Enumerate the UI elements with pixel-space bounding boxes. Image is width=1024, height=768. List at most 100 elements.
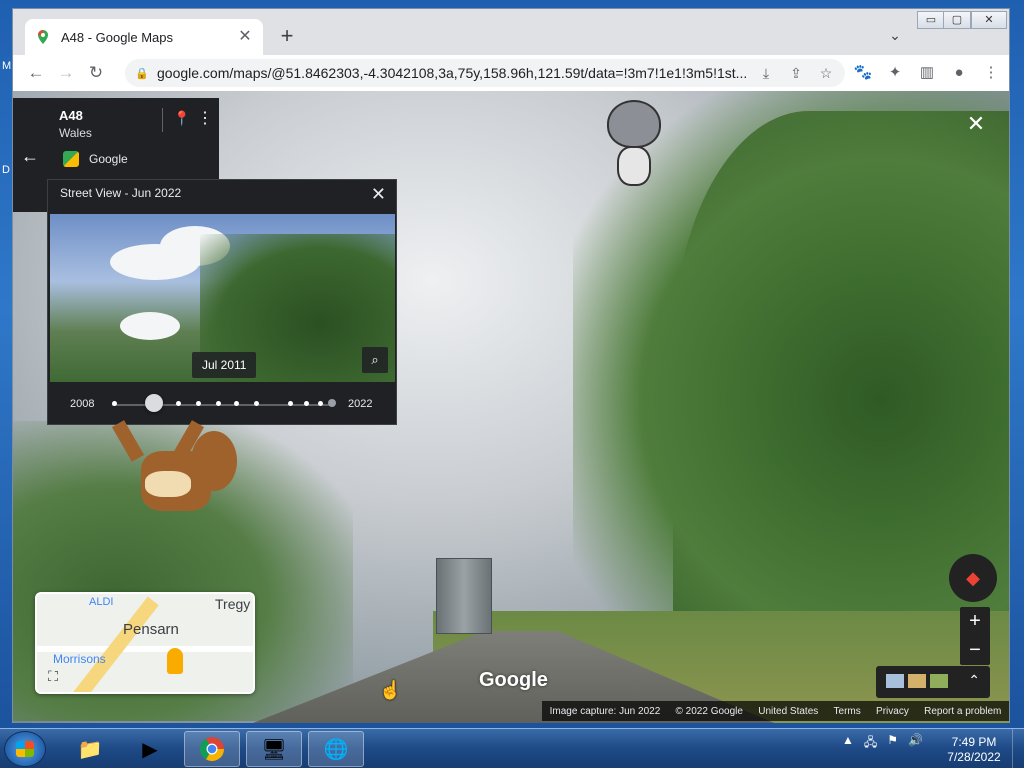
expand-chevron-icon[interactable]: ⌃ [968, 672, 980, 689]
timeline-dot[interactable] [304, 401, 309, 406]
time-travel-title: Street View - Jun 2022 [60, 186, 182, 200]
location-source: Google [89, 152, 128, 166]
bookmark-star-icon[interactable]: ☆ [813, 63, 839, 83]
minimap-label-pensarn: Pensarn [123, 621, 179, 638]
share-icon[interactable]: ⇪ [783, 63, 809, 83]
copyright: © 2022 Google [675, 705, 743, 717]
extensions-puzzle-icon[interactable]: ✦ [881, 61, 909, 85]
reload-icon[interactable]: ↻ [81, 58, 111, 88]
zoom-in-button[interactable]: + [960, 607, 990, 636]
tab-search-chevron-icon[interactable]: ⌄ [885, 27, 905, 47]
system-tray: ▲ 🖧 ⚑ 🔊 [842, 733, 923, 754]
fullscreen-icon[interactable]: ⛶ [43, 668, 63, 688]
street-view-viewport[interactable]: ← A48 Wales 📍 ⋮ Google ◷ Street View - J… [13, 91, 1009, 723]
year-start: 2008 [70, 398, 95, 410]
road-sign [436, 558, 492, 634]
attribution-footer: Image capture: Jun 2022 © 2022 Google Un… [542, 701, 1009, 721]
url-text[interactable]: google.com/maps/@51.8462303,-4.3042108,3… [157, 65, 747, 81]
media-player-icon[interactable]: ▶ [122, 731, 178, 767]
location-card: A48 Wales 📍 ⋮ Google [47, 98, 219, 184]
privacy-link[interactable]: Privacy [876, 706, 909, 717]
tab-title: A48 - Google Maps [61, 29, 174, 45]
profile-avatar-icon[interactable]: ● [945, 61, 973, 85]
new-tab-button[interactable]: + [275, 25, 299, 49]
pegman-icon[interactable] [167, 648, 183, 674]
timeline-dot[interactable] [318, 401, 323, 406]
time-travel-panel: ◷ Street View - Jun 2022 ✕ Jul 2011 ⌕ 20… [47, 179, 397, 425]
show-desktop-button[interactable] [1012, 729, 1024, 768]
maximize-button[interactable]: ▢ [943, 11, 971, 29]
show-hidden-icons-chevron-icon[interactable]: ▲ [842, 733, 854, 754]
install-icon[interactable]: ⤓ [753, 63, 779, 83]
close-icon[interactable]: ✕ [371, 184, 386, 205]
chrome-icon[interactable] [184, 731, 240, 767]
divider [162, 108, 163, 132]
history-clock-icon: ◷ [1004, 192, 1009, 207]
minimap-poi-morrisons[interactable]: Morrisons [53, 652, 106, 666]
cloud [120, 312, 180, 340]
forward-arrow-icon[interactable]: → [51, 58, 81, 88]
toolbar: ← → ↻ 🔒 google.com/maps/@51.8462303,-4.3… [13, 55, 1009, 91]
action-center-flag-icon[interactable]: ⚑ [887, 733, 898, 754]
minimap[interactable]: ALDI Tregy Pensarn Morrisons ⛶ [35, 592, 255, 694]
eevee-mane [145, 471, 191, 497]
timeline-slider-handle[interactable] [145, 394, 163, 412]
location-region: Wales [59, 126, 92, 140]
lock-icon[interactable]: 🔒 [135, 67, 149, 80]
timeline-dot[interactable] [112, 401, 117, 406]
country-link[interactable]: United States [758, 706, 818, 717]
layer-thumbnail[interactable] [908, 674, 926, 688]
location-name: A48 [59, 108, 83, 123]
google-source-icon [63, 151, 79, 167]
control-panel-icon[interactable]: 🖥 [246, 731, 302, 767]
report-problem-link[interactable]: Report a problem [924, 706, 1001, 717]
cat-sticker [603, 100, 665, 198]
timeline-dot[interactable] [196, 401, 201, 406]
cat-body [617, 146, 651, 186]
map-pin-icon[interactable]: 📍 [173, 110, 190, 128]
browser-window: A48 - Google Maps ✕ + ⌄ ▭ ▢ ✕ ← → ↻ 🔒 go… [12, 8, 1010, 723]
side-panel-icon[interactable]: ▥ [913, 61, 941, 85]
window-close-button[interactable]: ✕ [971, 11, 1007, 29]
year-end: 2022 [348, 398, 373, 410]
timeline-dot[interactable] [234, 401, 239, 406]
timeline-dot-current[interactable] [328, 399, 336, 407]
tab-active[interactable]: A48 - Google Maps ✕ [25, 19, 263, 55]
back-to-map-arrow-icon[interactable]: ← [13, 98, 47, 212]
tab-close-icon[interactable]: ✕ [237, 29, 253, 45]
compass-icon[interactable]: ◆ [949, 554, 997, 602]
time-travel-preview-image[interactable]: Jul 2011 ⌕ [50, 214, 395, 382]
timeline-dot[interactable] [176, 401, 181, 406]
terms-link[interactable]: Terms [834, 706, 861, 717]
volume-icon[interactable]: 🔊 [908, 733, 923, 754]
network-checklist-icon[interactable]: 🌐 [308, 731, 364, 767]
minimize-button[interactable]: ▭ [917, 11, 945, 29]
minimap-poi-aldi[interactable]: ALDI [89, 596, 113, 608]
imagery-layers-strip[interactable]: ⌃ [876, 666, 990, 698]
hand-cursor-icon: ☝ [379, 680, 402, 700]
eevee-sticker [111, 420, 241, 533]
address-bar[interactable]: 🔒 google.com/maps/@51.8462303,-4.3042108… [125, 59, 845, 87]
back-arrow-icon[interactable]: ← [21, 58, 51, 88]
timeline-dot[interactable] [288, 401, 293, 406]
paw-extension-icon[interactable]: 🐾 [849, 61, 877, 85]
more-options-icon[interactable]: ⋮ [197, 108, 213, 128]
exit-street-view-close-icon[interactable]: ✕ [963, 111, 989, 137]
google-maps-favicon-icon [38, 30, 48, 44]
start-button[interactable] [4, 731, 46, 767]
layer-thumbnail[interactable] [886, 674, 904, 688]
zoom-magnifier-icon[interactable]: ⌕ [362, 347, 388, 373]
timeline-dot[interactable] [254, 401, 259, 406]
menu-dots-icon[interactable]: ⋮ [977, 61, 1005, 85]
tab-strip: A48 - Google Maps ✕ + ⌄ ▭ ▢ ✕ [13, 9, 1009, 55]
eevee-ear [111, 420, 145, 462]
clock[interactable]: 7:49 PM 7/28/2022 [944, 735, 1004, 765]
file-explorer-icon[interactable]: 📁 [62, 731, 118, 767]
network-icon[interactable]: 🖧 [864, 733, 877, 754]
layer-thumbnail[interactable] [930, 674, 948, 688]
zoom-out-button[interactable]: − [960, 636, 990, 665]
time-travel-header[interactable]: ◷ Street View - Jun 2022 [60, 186, 181, 200]
zoom-controls: + − [960, 607, 990, 665]
date-chip: Jul 2011 [192, 352, 257, 378]
timeline-dot[interactable] [216, 401, 221, 406]
